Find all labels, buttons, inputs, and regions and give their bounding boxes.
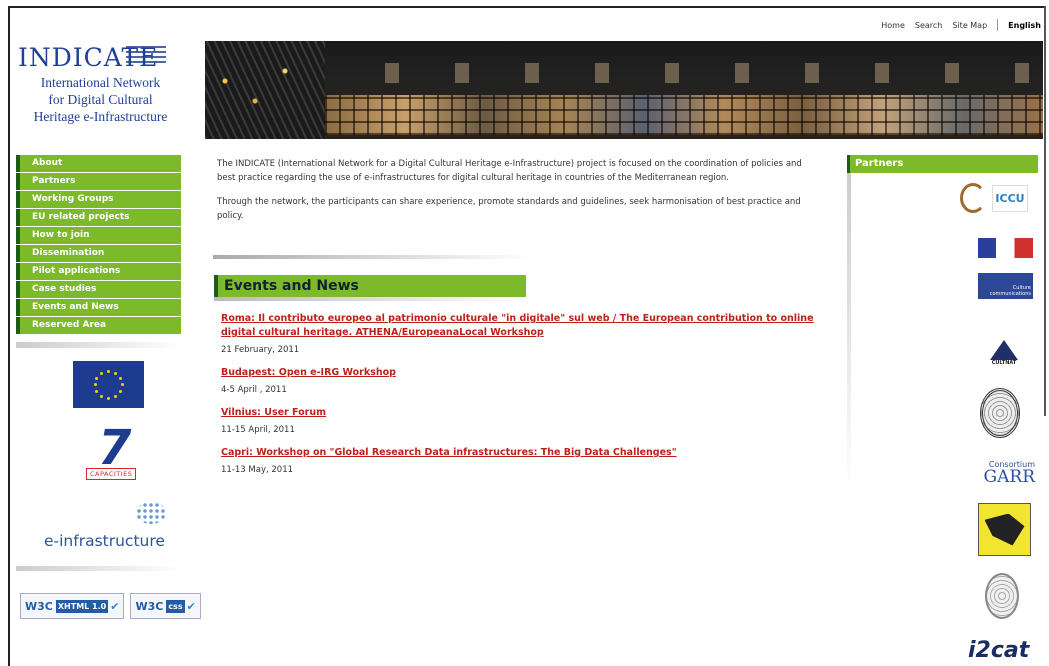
header-banner [205, 41, 1043, 139]
eu-flag-logo[interactable] [73, 361, 144, 408]
thumbnail-strip [355, 63, 1043, 83]
event-title-link[interactable]: Budapest: Open e-IRG Workshop [221, 366, 831, 380]
partner-logo-culture[interactable]: Culture communications [978, 273, 1033, 299]
site-logo[interactable]: INDICATE International Network for Digit… [18, 44, 188, 125]
event-date: 21 February, 2011 [221, 345, 300, 355]
event-item: Roma: Il contributo europeo al patrimoni… [221, 312, 831, 355]
intro-paragraph: The INDICATE (International Network for … [217, 159, 802, 183]
eu-stars-icon [93, 369, 124, 400]
iccu-mark-icon [960, 183, 987, 213]
nav-divider [16, 342, 181, 348]
partner-logo-french-ministry[interactable] [978, 233, 1033, 263]
iccu-text: ICCU [992, 184, 1028, 212]
garr-text: GARR [983, 467, 1035, 487]
event-date: 11-13 May, 2011 [221, 465, 294, 475]
sicily-map-icon [984, 513, 1025, 546]
logo-subtitle-line: Heritage e-Infrastructure [33, 109, 168, 124]
intro-divider [213, 255, 533, 259]
intro-text: The INDICATE (International Network for … [217, 157, 822, 233]
w3c-label: W3C [135, 599, 164, 613]
cultnat-text: CULTNAT [991, 360, 1017, 366]
partner-logo-coin-seal[interactable] [985, 573, 1019, 619]
partner-logo-i2cat[interactable]: i2cat [968, 638, 1029, 663]
logo-subtitle-line: for Digital Cultural [48, 92, 153, 107]
culture-text: Culture communications [989, 285, 1031, 297]
logo-subtitle: International Network for Digital Cultur… [18, 74, 183, 125]
divider [997, 19, 999, 31]
w3c-css-badge[interactable]: W3C css ✔ [130, 593, 201, 619]
event-title-link[interactable]: Capri: Workshop on "Global Research Data… [221, 446, 831, 460]
nav-item-events-and-news[interactable]: Events and News [16, 299, 181, 316]
event-date: 4-5 April , 2011 [221, 385, 287, 395]
partner-logo-garr[interactable]: Consortium GARR [955, 458, 1035, 488]
partner-logo-university-seal[interactable] [980, 388, 1020, 438]
checkmark-icon: ✔ [186, 599, 196, 613]
nav-item-case-studies[interactable]: Case studies [16, 281, 181, 298]
search-link[interactable]: Search [915, 21, 942, 30]
event-title-link[interactable]: Vilnius: User Forum [221, 406, 831, 420]
w3c-xhtml-badge[interactable]: W3C XHTML 1.0 ✔ [20, 593, 125, 619]
scrollbar[interactable] [1044, 6, 1046, 416]
fp7-logo[interactable]: 7 CAPACITIES [78, 420, 156, 486]
french-flag-icon [978, 238, 1033, 258]
events-list: Roma: Il contributo europeo al patrimoni… [221, 312, 831, 486]
nav-item-eu-related-projects[interactable]: EU related projects [16, 209, 181, 226]
logo-word: INDICATE [18, 44, 167, 72]
top-links: Home Search Site Map English [871, 19, 1041, 31]
cultnat-triangle-icon [990, 340, 1018, 360]
nav-item-pilot-applications[interactable]: Pilot applications [16, 263, 181, 280]
logo-lines-icon [126, 46, 167, 64]
fiber-optic-image [205, 41, 325, 139]
nav-item-how-to-join[interactable]: How to join [16, 227, 181, 244]
nav-item-partners[interactable]: Partners [16, 173, 181, 190]
nav-item-dissemination[interactable]: Dissemination [16, 245, 181, 262]
event-title-link[interactable]: Roma: Il contributo europeo al patrimoni… [221, 312, 831, 340]
nav-item-working-groups[interactable]: Working Groups [16, 191, 181, 208]
nav-item-reserved-area[interactable]: Reserved Area [16, 317, 181, 334]
css-tag: css [166, 599, 185, 613]
event-date: 11-15 April, 2011 [221, 425, 295, 435]
w3c-badges: W3C XHTML 1.0 ✔ W3C css ✔ [20, 593, 201, 619]
left-divider [16, 566, 181, 571]
nav-item-about[interactable]: About [16, 155, 181, 172]
event-item: Vilnius: User Forum 11-15 April, 2011 [221, 406, 831, 435]
thumbnail-grid [325, 95, 1043, 135]
e-infrastructure-logo[interactable]: e-infrastructure [44, 502, 174, 554]
partners-header: Partners [847, 155, 1038, 173]
main-nav: About Partners Working Groups EU related… [16, 155, 181, 348]
partner-logo-cultnat[interactable]: CULTNAT [975, 334, 1033, 372]
language-link[interactable]: English [1008, 21, 1041, 30]
event-item: Capri: Workshop on "Global Research Data… [221, 446, 831, 475]
partner-logo-iccu[interactable]: ICCU [957, 180, 1031, 216]
intro-paragraph: Through the network, the participants ca… [217, 197, 801, 221]
logo-subtitle-line: International Network [40, 75, 161, 90]
partners-divider [847, 173, 851, 493]
sitemap-link[interactable]: Site Map [952, 21, 987, 30]
partner-logo-sicily[interactable] [978, 503, 1031, 556]
events-header: Events and News [214, 275, 526, 297]
e-infrastructure-text: e-infrastructure [44, 532, 165, 550]
w3c-label: W3C [25, 599, 53, 613]
home-link[interactable]: Home [881, 21, 905, 30]
events-divider [214, 297, 526, 301]
e-infrastructure-dots-icon [136, 502, 166, 524]
checkmark-icon: ✔ [110, 599, 120, 613]
fp7-caption: CAPACITIES [86, 468, 137, 480]
event-item: Budapest: Open e-IRG Workshop 4-5 April … [221, 366, 831, 395]
xhtml-tag: XHTML 1.0 [55, 599, 109, 613]
